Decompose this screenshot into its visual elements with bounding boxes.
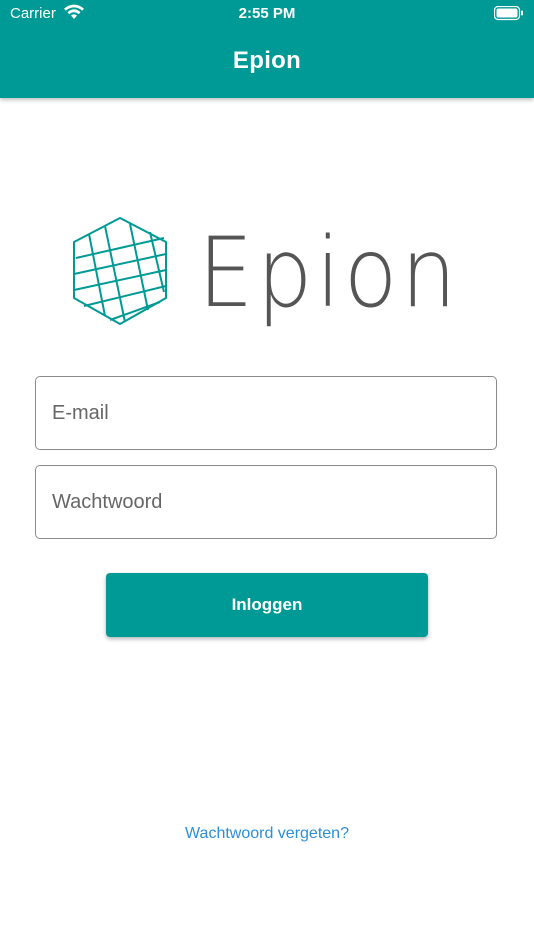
password-input[interactable] — [36, 466, 496, 538]
email-field[interactable] — [35, 376, 497, 450]
login-button[interactable]: Inloggen — [106, 573, 428, 637]
forgot-password-link[interactable]: Wachtwoord vergeten? — [0, 825, 534, 843]
epion-logo: Epion — [73, 217, 460, 329]
logo-wordmark: Epion — [198, 217, 460, 329]
password-field[interactable] — [35, 465, 497, 539]
battery-icon — [494, 6, 523, 21]
page-title: Epion — [232, 47, 302, 74]
email-input[interactable] — [36, 377, 496, 449]
hexagon-grid-icon — [73, 217, 167, 325]
app-bar: Carrier 2:55 PM Epion — [0, 0, 534, 98]
status-bar: Carrier 2:55 PM — [0, 0, 534, 28]
status-time: 2:55 PM — [238, 5, 296, 22]
